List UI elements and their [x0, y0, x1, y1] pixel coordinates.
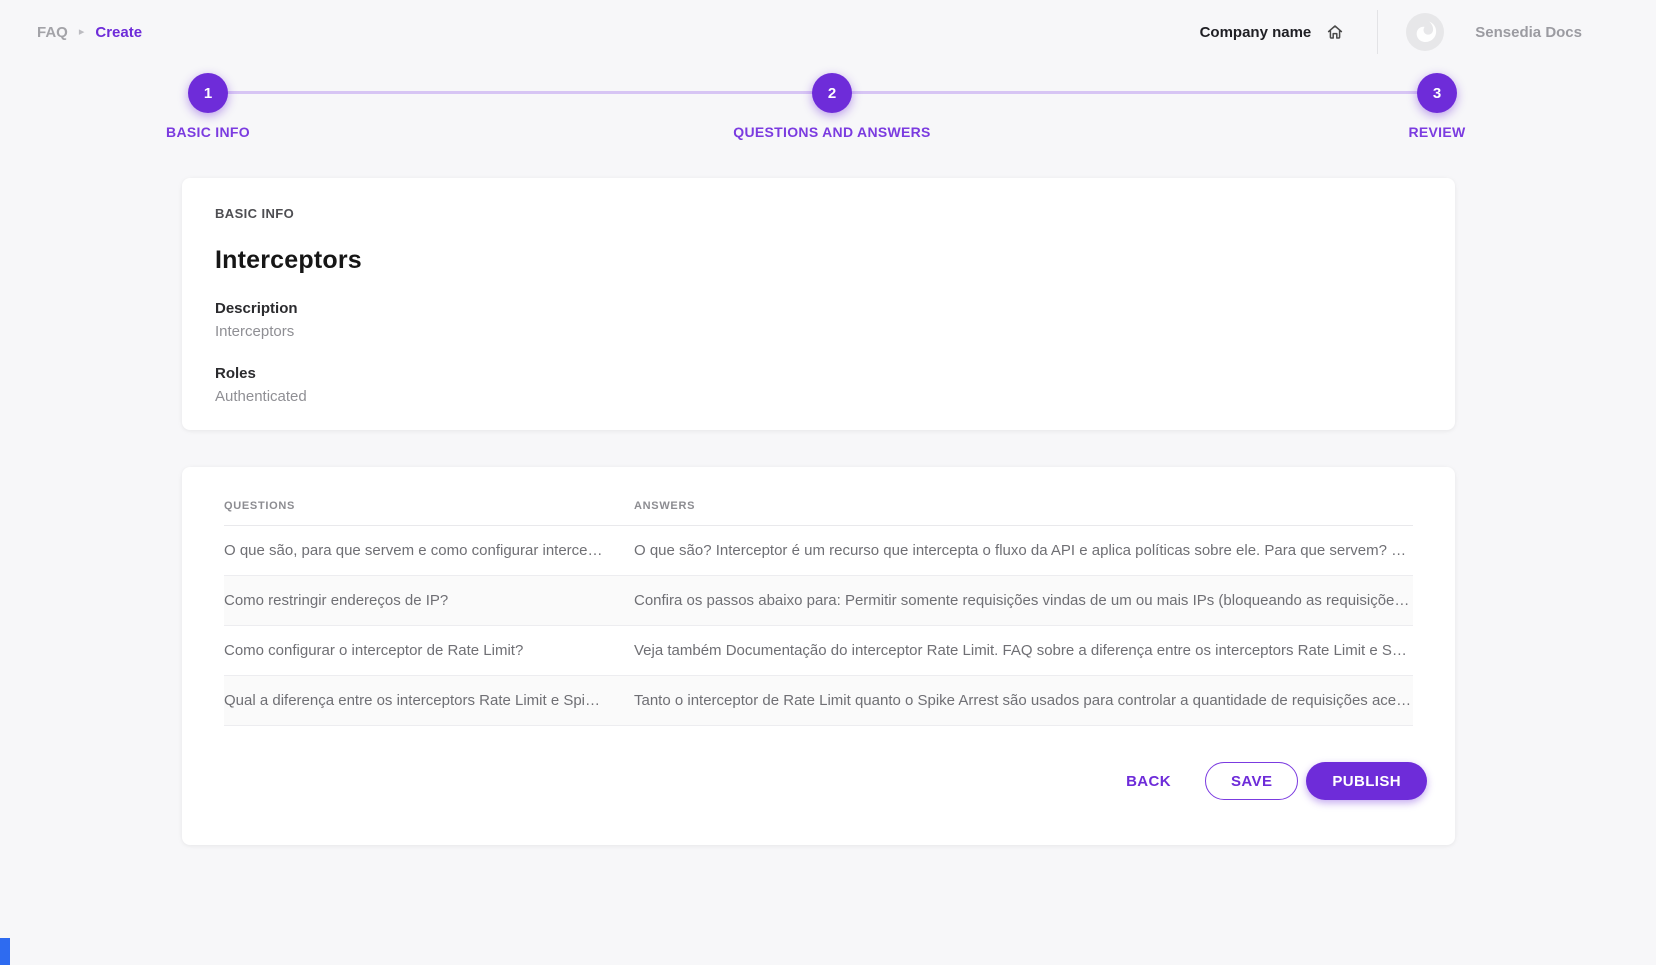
table-row[interactable]: Qual a diferença entre os interceptors R…: [224, 676, 1413, 726]
step-label-questions-answers[interactable]: QUESTIONS AND ANSWERS: [733, 124, 930, 140]
table-row[interactable]: Como restringir endereços de IP? Confira…: [224, 576, 1413, 626]
product-name-label: Sensedia Docs: [1475, 24, 1582, 41]
save-button[interactable]: SAVE: [1205, 762, 1298, 800]
basic-info-card: BASIC INFO Interceptors Description Inte…: [182, 178, 1455, 430]
description-label: Description: [215, 300, 1422, 317]
question-cell: Qual a diferença entre os interceptors R…: [224, 692, 634, 709]
question-cell: Como restringir endereços de IP?: [224, 592, 634, 609]
form-actions: BACK SAVE PUBLISH: [1126, 762, 1427, 800]
roles-label: Roles: [215, 365, 1422, 382]
question-cell: O que são, para que servem e como config…: [224, 542, 634, 559]
company-name-label: Company name: [1200, 24, 1312, 41]
question-cell: Como configurar o interceptor de Rate Li…: [224, 642, 634, 659]
bottom-left-artifact: [0, 938, 10, 965]
breadcrumb-section[interactable]: FAQ: [37, 24, 68, 41]
roles-value: Authenticated: [215, 388, 1422, 405]
breadcrumb-separator-icon: ▸: [79, 27, 85, 38]
breadcrumb-current: Create: [95, 24, 142, 41]
breadcrumb: FAQ ▸ Create: [37, 0, 142, 64]
step-label-basic-info[interactable]: BASIC INFO: [166, 124, 250, 140]
sensedia-logo-icon: [1406, 13, 1444, 51]
description-field: Description Interceptors: [215, 300, 1422, 340]
topbar-right: Company name Sensedia Docs: [1200, 0, 1582, 64]
roles-field: Roles Authenticated: [215, 365, 1422, 405]
basic-info-section-label: BASIC INFO: [215, 206, 1422, 221]
answer-cell: Tanto o interceptor de Rate Limit quanto…: [634, 692, 1413, 709]
back-button[interactable]: BACK: [1126, 773, 1171, 790]
step-circle-review[interactable]: 3: [1417, 73, 1457, 113]
answer-cell: Confira os passos abaixo para: Permitir …: [634, 592, 1413, 609]
step-circle-basic-info[interactable]: 1: [188, 73, 228, 113]
step-label-review[interactable]: REVIEW: [1408, 124, 1465, 140]
answer-cell: Veja também Documentação do interceptor …: [634, 642, 1413, 659]
home-icon[interactable]: [1325, 22, 1345, 42]
topbar-divider: [1377, 10, 1378, 54]
publish-button[interactable]: PUBLISH: [1306, 762, 1427, 800]
topbar: FAQ ▸ Create Company name Sensedia Docs: [0, 0, 1656, 64]
table-row[interactable]: Como configurar o interceptor de Rate Li…: [224, 626, 1413, 676]
faq-title: Interceptors: [215, 246, 1422, 275]
step-circle-questions-answers[interactable]: 2: [812, 73, 852, 113]
answer-cell: O que são? Interceptor é um recurso que …: [634, 542, 1413, 559]
table-row[interactable]: O que são, para que servem e como config…: [224, 526, 1413, 576]
answers-column-header: ANSWERS: [634, 500, 1413, 512]
qa-table-header: QUESTIONS ANSWERS: [224, 467, 1413, 526]
questions-answers-card: QUESTIONS ANSWERS O que são, para que se…: [182, 467, 1455, 845]
questions-column-header: QUESTIONS: [224, 500, 634, 512]
description-value: Interceptors: [215, 323, 1422, 340]
